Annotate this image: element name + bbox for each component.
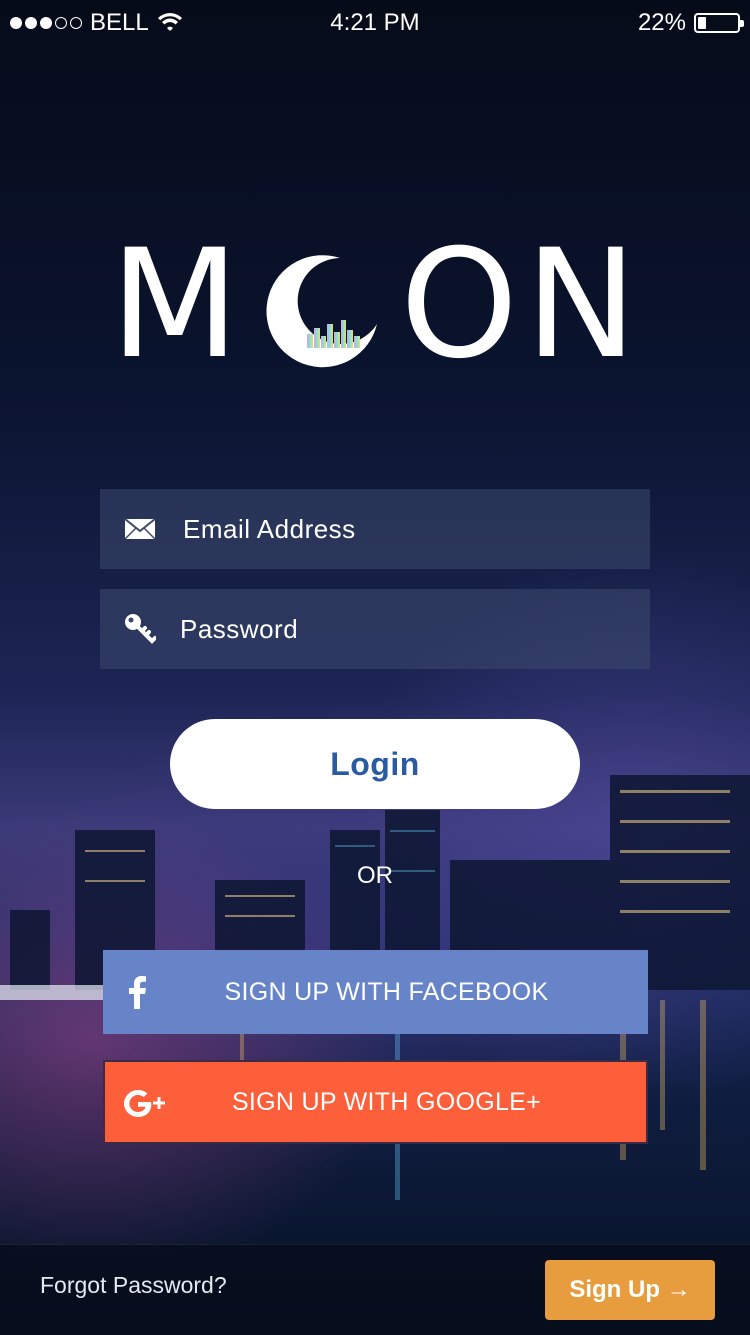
forgot-password-link[interactable]: Forgot Password? (40, 1272, 227, 1299)
login-button[interactable]: Login (170, 719, 580, 809)
key-icon (100, 613, 180, 645)
facebook-signup-label: SIGN UP WITH FACEBOOK (224, 977, 549, 1006)
logo-letter-o: O (400, 218, 519, 392)
app-logo: M O N (110, 230, 640, 380)
status-bar: BELL 4:21 PM 22% (0, 0, 750, 46)
or-divider: OR (357, 862, 393, 889)
logo-letter-m: M (110, 218, 240, 392)
password-field[interactable]: Password (100, 589, 650, 669)
crescent-moon-city-icon (266, 255, 377, 368)
status-right: 22% (637, 0, 744, 46)
email-input[interactable]: Email Address (183, 514, 356, 545)
facebook-signup-button[interactable]: SIGN UP WITH FACEBOOK (103, 950, 648, 1034)
email-field[interactable]: Email Address (100, 489, 650, 569)
battery-percent: 22% (637, 9, 686, 36)
sign-up-button[interactable]: Sign Up → (545, 1260, 715, 1320)
password-input[interactable]: Password (180, 614, 298, 645)
logo-letter-n: N (525, 218, 638, 392)
google-plus-icon (123, 1062, 167, 1146)
envelope-icon (100, 518, 180, 540)
battery-icon (694, 13, 744, 33)
google-signup-label: SIGN UP WITH GOOGLE+ (231, 1087, 542, 1116)
bottom-bar: Forgot Password? Sign Up → (0, 1244, 750, 1335)
facebook-icon (121, 950, 155, 1034)
google-signup-button[interactable]: SIGN UP WITH GOOGLE+ (103, 1060, 648, 1144)
